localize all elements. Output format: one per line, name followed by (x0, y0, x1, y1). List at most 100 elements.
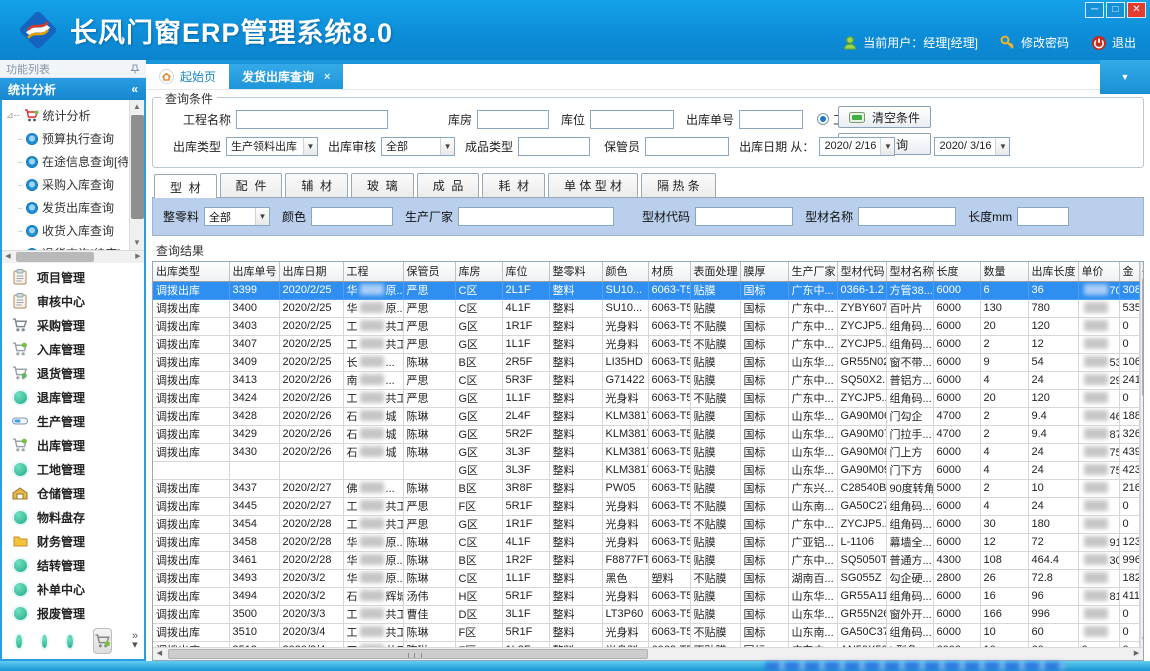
module-dot-icon[interactable] (42, 635, 48, 648)
column-header-长度[interactable]: 长度 (933, 262, 980, 281)
table-row[interactable]: 调拨出库33992020/2/25华原...严思C区2L1F整料SU10...6… (153, 281, 1139, 299)
tree-vertical-scrollbar[interactable]: ▲ ▼ (129, 100, 144, 250)
column-header-出库长度[interactable]: 出库长度 (1028, 262, 1078, 281)
column-header-膜厚[interactable]: 膜厚 (740, 262, 788, 281)
table-row[interactable]: 调拨出库34242020/2/26工共工程严思G区1L1F整料光身料6063-T… (153, 389, 1139, 407)
sidebar-section-statistics[interactable]: 统计分析 « (0, 78, 146, 100)
sidebar-module-报废管理[interactable]: 报废管理 (12, 603, 144, 623)
table-row[interactable]: 调拨出库34002020/2/25华原...严思C区4L1F整料SU10...6… (153, 299, 1139, 317)
column-header-库房[interactable]: 库房 (455, 262, 502, 281)
scroll-right-arrow[interactable]: ▶ (132, 251, 144, 263)
out-type-combo[interactable]: 生产领料出库▼ (226, 137, 318, 156)
column-header-库位[interactable]: 库位 (502, 262, 549, 281)
column-header-金[interactable]: 金 (1119, 262, 1139, 281)
table-row[interactable]: 调拨出库34932020/3/2华原...陈琳C区1L1F整料黑色塑料不贴膜国标… (153, 569, 1139, 587)
tab-list-dropdown[interactable]: ▼ (1100, 60, 1150, 94)
minimize-button[interactable]: ─ (1085, 2, 1104, 18)
table-row[interactable]: 调拨出库34372020/2/27佛...陈琳B区3R8F整料PW056063-… (153, 479, 1139, 497)
table-row[interactable]: 调拨出库35102020/3/4工共工程陈琳F区5R1F整料光身料6063-T5… (153, 623, 1139, 641)
sidebar-module-退库管理[interactable]: 退库管理 (12, 387, 144, 407)
table-row[interactable]: G区3L3F整料KLM38176063-T5贴膜国标山东华...GA90M09.… (153, 461, 1139, 479)
tree-item-发货出库查询[interactable]: --发货出库查询 (6, 196, 128, 219)
tab-shipping-outbound-query[interactable]: 发货出库查询 × (229, 64, 343, 89)
column-header-单价[interactable]: 单价 (1078, 262, 1119, 281)
date-to-picker[interactable]: 2020/ 3/16▼ (934, 137, 1010, 156)
column-header-材质[interactable]: 材质 (648, 262, 690, 281)
material-tab-单体型材[interactable]: 单 体 型 材 (548, 173, 638, 197)
table-row[interactable]: 调拨出库34452020/2/27工共工程严思F区5R1F整料光身料6063-T… (153, 497, 1139, 515)
change-password-button[interactable]: 修改密码 (1000, 34, 1069, 51)
column-header-生产厂家[interactable]: 生产厂家 (788, 262, 837, 281)
table-row[interactable]: 调拨出库34092020/2/25长...陈琳B区2R5F整料LI35HD606… (153, 353, 1139, 371)
scrollbar-thumb[interactable] (1142, 278, 1145, 396)
scroll-down-arrow[interactable]: ▼ (130, 236, 144, 250)
material-tab-成品[interactable]: 成 品 (417, 173, 480, 197)
tree-item-收货入库查询[interactable]: --收货入库查询 (6, 219, 128, 242)
profile-code-input[interactable] (695, 207, 793, 226)
material-tab-辅材[interactable]: 辅 材 (285, 173, 348, 197)
column-header-数量[interactable]: 数量 (980, 262, 1028, 281)
pin-icon[interactable] (130, 64, 140, 74)
scroll-down-arrow[interactable]: ▼ (1141, 632, 1145, 647)
tree-item-采购入库查询[interactable]: --采购入库查询 (6, 173, 128, 196)
table-row[interactable]: 调拨出库34292020/2/26石城陈琳G区5R2F整料KLM38176063… (153, 425, 1139, 443)
location-input[interactable] (590, 110, 674, 129)
material-tab-隔热条[interactable]: 隔 热 条 (641, 173, 716, 197)
material-tab-耗材[interactable]: 耗 材 (482, 173, 545, 197)
column-header-颜色[interactable]: 颜色 (602, 262, 648, 281)
table-row[interactable]: 调拨出库34542020/2/28工共工程严思G区1R1F整料光身料6063-T… (153, 515, 1139, 533)
column-header-工程[interactable]: 工程 (343, 262, 403, 281)
material-tab-玻璃[interactable]: 玻 璃 (351, 173, 414, 197)
close-button[interactable]: ✕ (1127, 2, 1146, 18)
tree-item-预算执行查询[interactable]: --预算执行查询 (6, 127, 128, 150)
clear-conditions-button[interactable]: 清空条件 (838, 106, 931, 128)
length-input[interactable] (1017, 207, 1069, 226)
tab-home[interactable]: 起始页 (146, 64, 229, 89)
scroll-left-arrow[interactable]: ◀ (2, 251, 14, 263)
grid-vertical-scrollbar[interactable]: ▲ ▼ (1140, 262, 1145, 647)
profile-name-input[interactable] (858, 207, 956, 226)
table-row[interactable]: 调拨出库34942020/3/2石辉城汤伟H区5R1F整料光身料6063-T5贴… (153, 587, 1139, 605)
column-header-出库日期[interactable]: 出库日期 (279, 262, 343, 281)
sidebar-module-入库管理[interactable]: 入库管理 (12, 339, 144, 359)
scrollbar-thumb[interactable] (131, 115, 144, 219)
sidebar-module-财务管理[interactable]: 财务管理 (12, 531, 144, 551)
scroll-up-arrow[interactable]: ▲ (130, 100, 144, 114)
warehouse-input[interactable] (477, 110, 549, 129)
column-header-型材名称[interactable]: 型材名称 (886, 262, 933, 281)
column-header-保管员[interactable]: 保管员 (403, 262, 455, 281)
logout-button[interactable]: 退出 (1091, 34, 1136, 51)
sidebar-module-补单中心[interactable]: 补单中心 (12, 579, 144, 599)
scroll-left-arrow[interactable]: ◀ (153, 648, 166, 660)
column-header-出库单号[interactable]: 出库单号 (229, 262, 279, 281)
audit-combo[interactable]: 全部▼ (381, 137, 455, 156)
column-header-型材代码[interactable]: 型材代码 (837, 262, 886, 281)
table-row[interactable]: 调拨出库35002020/3/3工共工程曹佳D区3L1F整料LT3P606063… (153, 605, 1139, 623)
module-dot-icon[interactable] (16, 635, 22, 648)
sidebar-module-结转管理[interactable]: 结转管理 (12, 555, 144, 575)
module-dot-icon[interactable] (67, 635, 73, 648)
material-tab-型材[interactable]: 型 材 (154, 174, 217, 198)
product-type-input[interactable] (518, 137, 590, 156)
sidebar-module-项目管理[interactable]: 项目管理 (12, 267, 144, 287)
sidebar-module-退货管理[interactable]: 退货管理 (12, 363, 144, 383)
sidebar-module-物料盘存[interactable]: 物料盘存 (12, 507, 144, 527)
column-header-表面处理[interactable]: 表面处理 (690, 262, 740, 281)
order-no-input[interactable] (739, 110, 803, 129)
table-row[interactable]: 调拨出库34032020/2/25工共工程严思G区1R1F整料光身料6063-T… (153, 317, 1139, 335)
sidebar-module-出库管理[interactable]: 出库管理 (12, 435, 144, 455)
collapse-icon[interactable]: « (131, 82, 138, 96)
more-modules-button[interactable]: » ▾ (132, 632, 138, 650)
sidebar-module-审核中心[interactable]: 审核中心 (12, 291, 144, 311)
keeper-input[interactable] (645, 137, 729, 156)
scroll-right-arrow[interactable]: ▶ (1130, 648, 1143, 660)
material-tab-配件[interactable]: 配 件 (220, 173, 283, 197)
scroll-up-arrow[interactable]: ▲ (1141, 262, 1145, 277)
sidebar-module-仓储管理[interactable]: 仓储管理 (12, 483, 144, 503)
tree-root-statistics[interactable]: ⊿-- 统计分析 (6, 104, 128, 127)
column-header-出库类型[interactable]: 出库类型 (153, 262, 229, 281)
tree-horizontal-scrollbar[interactable]: ◀ ▶ (2, 250, 144, 263)
tree-item-在途信息查询[待[interactable]: --在途信息查询[待 (6, 150, 128, 173)
sidebar-module-工地管理[interactable]: 工地管理 (12, 459, 144, 479)
scrollbar-thumb[interactable] (168, 649, 648, 659)
